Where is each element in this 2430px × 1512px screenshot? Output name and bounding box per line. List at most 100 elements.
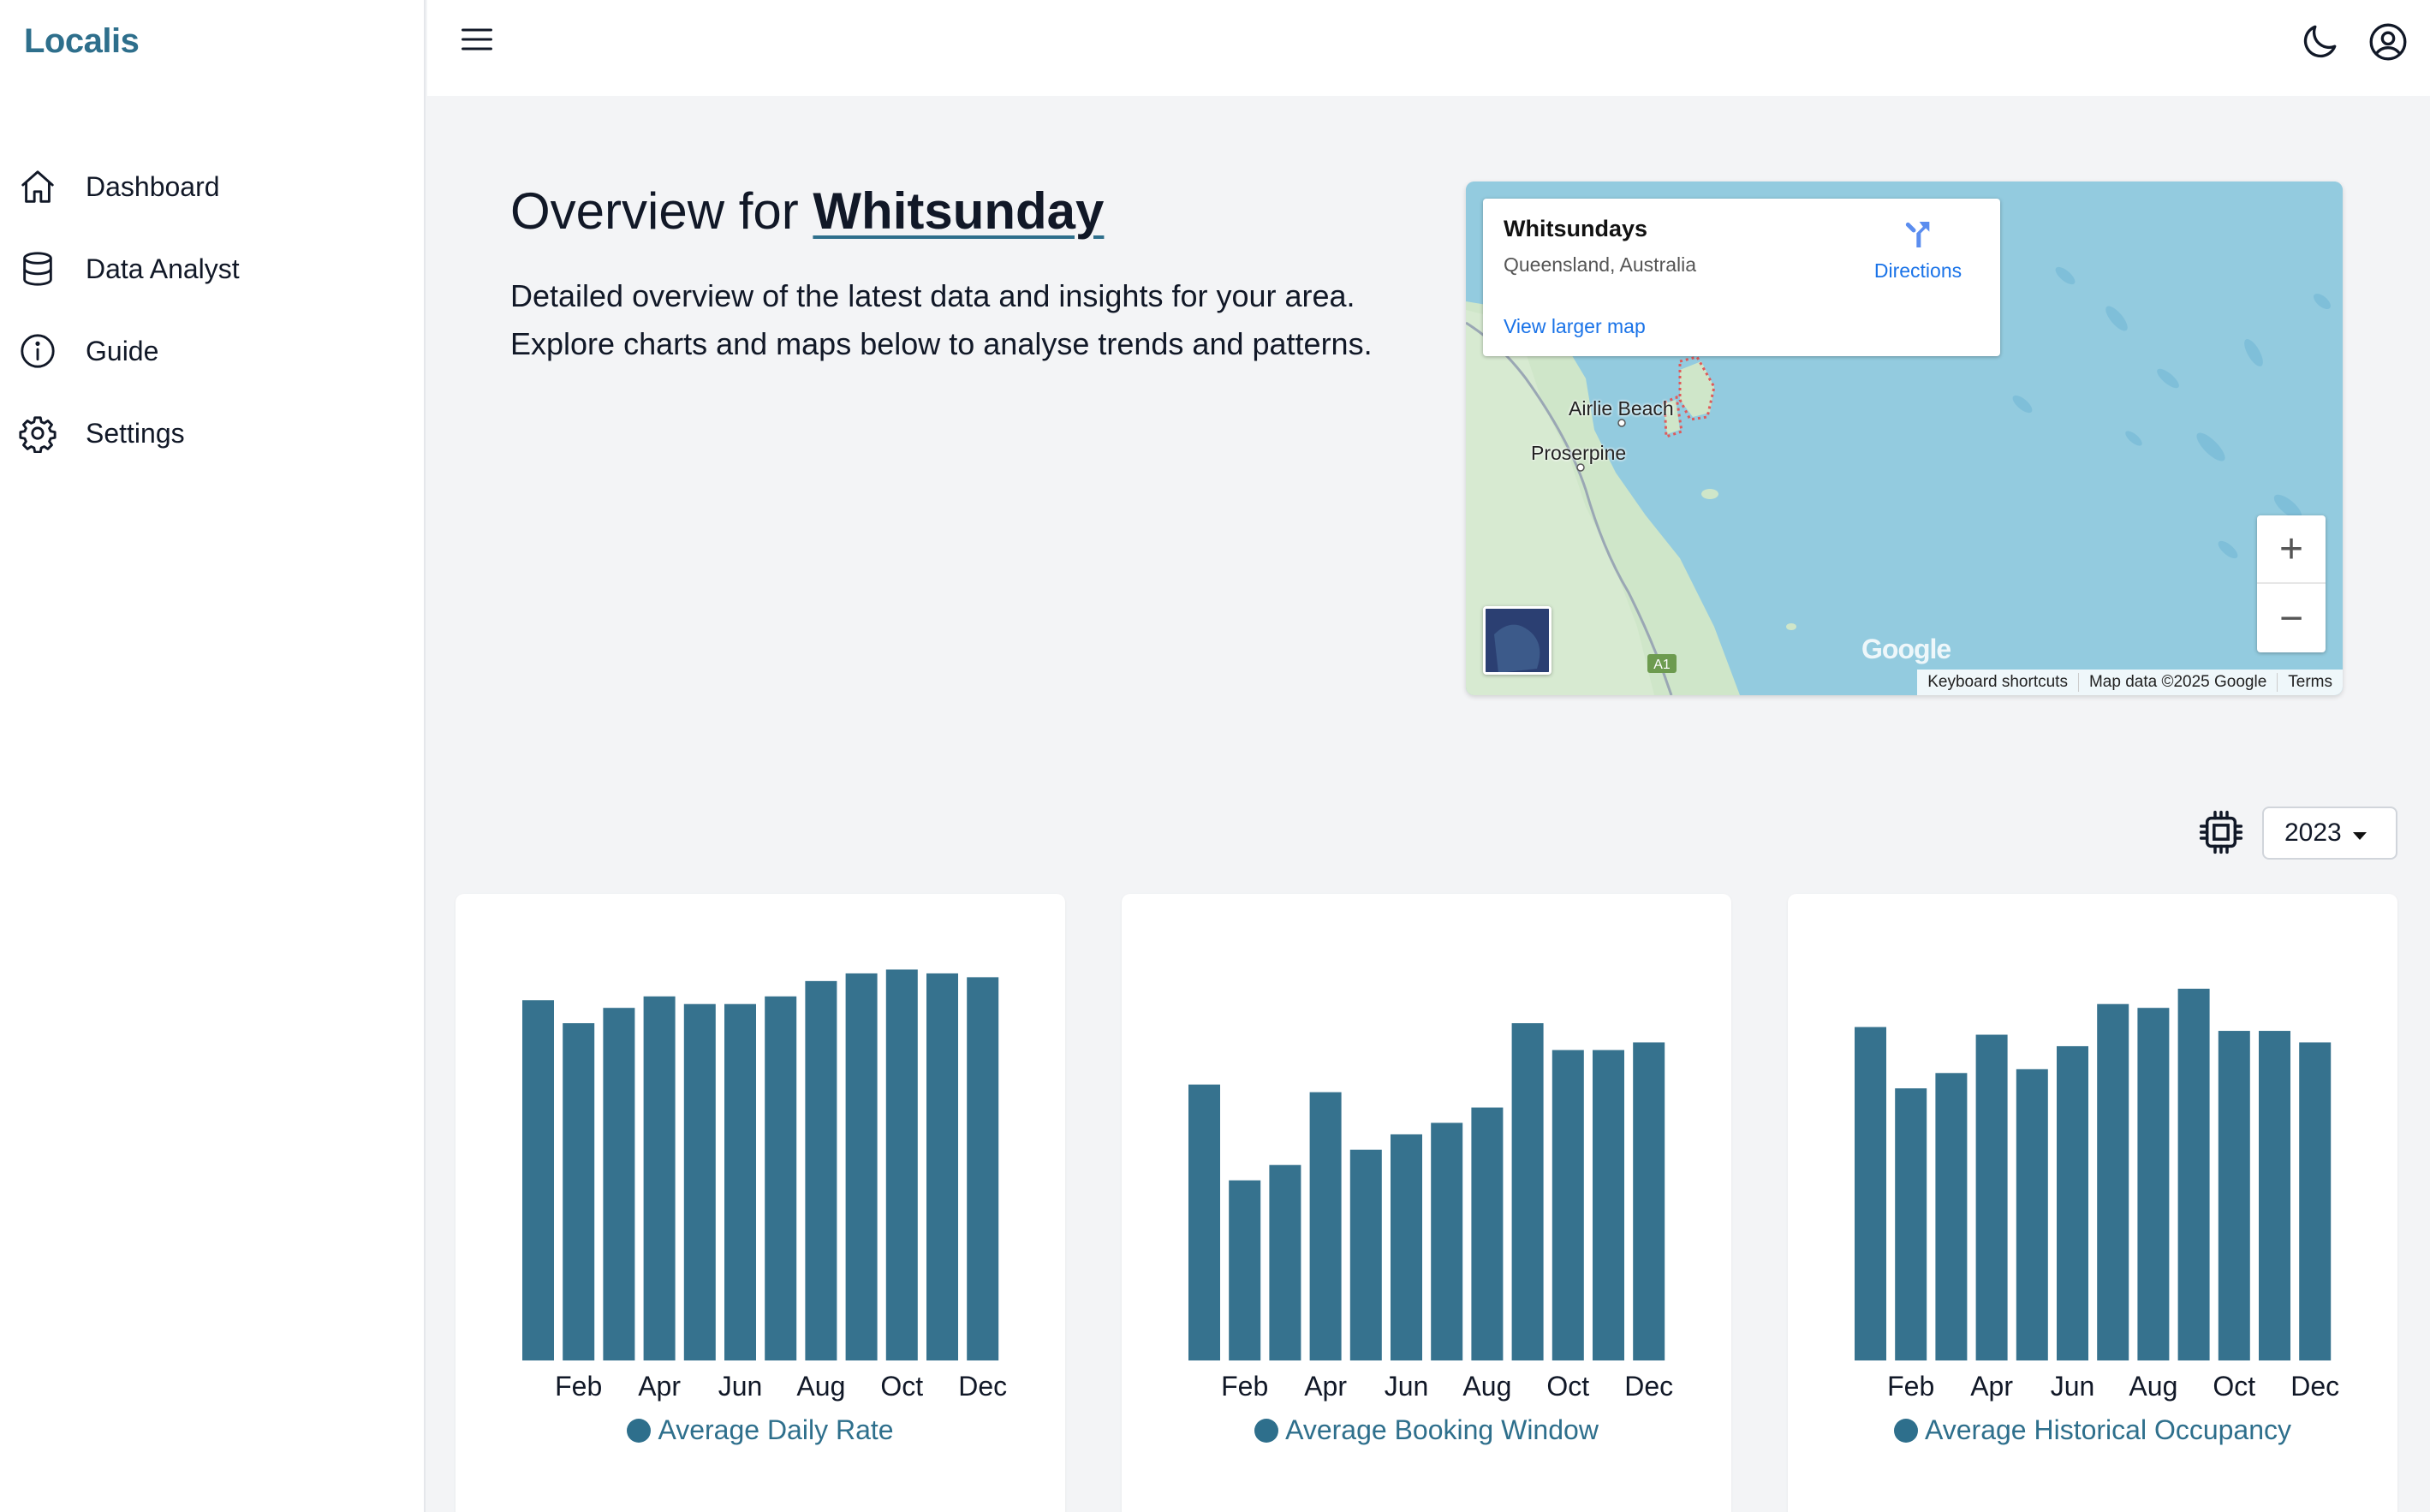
legend-dot (1893, 1419, 1918, 1443)
bar-feb[interactable] (1895, 1088, 1927, 1360)
zoom-out-button[interactable]: − (2257, 584, 2326, 652)
x-tick-label: Apr (1970, 1371, 2013, 1402)
bar-jul[interactable] (765, 996, 797, 1360)
app-logo[interactable]: Localis (24, 22, 140, 61)
chart-card-average-booking-window: Feb Apr Jun Aug Oct Dec Average Booking Windo… (1122, 894, 1731, 1512)
chip-icon[interactable] (2197, 808, 2245, 856)
topbar (427, 0, 2430, 96)
terms-link[interactable]: Terms (2277, 673, 2343, 692)
x-tick-label: Jun (718, 1371, 763, 1402)
bar-dec[interactable] (2299, 1042, 2332, 1360)
bar-dec[interactable] (967, 977, 999, 1360)
bar-feb[interactable] (563, 1023, 595, 1360)
user-icon[interactable] (2367, 21, 2409, 63)
map-label-airlie-beach: Airlie Beach (1569, 397, 1674, 420)
bar-may[interactable] (2016, 1069, 2048, 1360)
x-tick-label: Dec (2290, 1371, 2339, 1402)
bar-aug[interactable] (805, 980, 837, 1360)
x-tick-label: Dec (958, 1371, 1007, 1402)
bar-sep[interactable] (845, 973, 878, 1360)
legend-label: Average Historical Occupancy (1924, 1414, 2292, 1445)
sidebar-item-label: Settings (86, 417, 185, 449)
map-label-proserpine: Proserpine (1531, 442, 1627, 464)
bar-jan[interactable] (522, 1000, 554, 1360)
description-line: Detailed overview of the latest data and… (510, 278, 1355, 313)
bar-feb[interactable] (1229, 1180, 1261, 1360)
road-label: A1 (1653, 658, 1671, 672)
x-tick-label: Oct (2213, 1371, 2255, 1402)
page-title: Overview for Whitsunday (510, 182, 1104, 241)
zoom-in-button[interactable]: + (2257, 515, 2326, 584)
moon-icon[interactable] (2298, 21, 2341, 63)
chart-card-average-daily-rate: Feb Apr Jun Aug Oct Dec Average Daily Rate (456, 894, 1065, 1512)
place-name: Whitsunday (813, 182, 1105, 240)
gear-icon (17, 413, 58, 454)
map-place-card: Whitsundays Queensland, Australia View l… (1483, 199, 2000, 356)
directions-icon (1905, 222, 1930, 247)
bar-aug[interactable] (2137, 1008, 2170, 1360)
legend-label: Average Booking Window (1285, 1414, 1599, 1445)
sidebar-item-data-analyst[interactable]: Data Analyst (0, 228, 424, 310)
bar-chart: Feb Apr Jun Aug Oct Dec (1855, 988, 2339, 1402)
bar-nov[interactable] (1593, 1050, 1624, 1360)
view-larger-map-link[interactable]: View larger map (1504, 315, 1646, 338)
bar-chart: Feb Apr Jun Aug Oct Dec (522, 969, 1007, 1402)
bar-jun[interactable] (1391, 1134, 1422, 1360)
sidebar-item-guide[interactable]: Guide (0, 310, 424, 392)
x-tick-label: Apr (638, 1371, 681, 1402)
bar-jan[interactable] (1855, 1027, 1886, 1360)
satellite-thumbnail (1486, 609, 1549, 672)
bar-dec[interactable] (1633, 1042, 1665, 1360)
bar-nov[interactable] (926, 973, 958, 1360)
x-tick-label: Oct (1546, 1371, 1589, 1402)
sidebar-item-dashboard[interactable]: Dashboard (0, 146, 424, 228)
x-tick-label: Jun (1385, 1371, 1429, 1402)
menu-icon[interactable] (458, 21, 496, 58)
x-tick-label: Dec (1624, 1371, 1673, 1402)
bar-jan[interactable] (1188, 1084, 1220, 1360)
bar-oct[interactable] (885, 969, 918, 1360)
sidebar-item-label: Dashboard (86, 170, 220, 202)
directions-button[interactable]: Directions (1867, 217, 1969, 283)
info-icon (17, 330, 58, 372)
bar-apr[interactable] (1309, 1092, 1342, 1360)
bar-mar[interactable] (1935, 1073, 1968, 1360)
bar-sep[interactable] (1511, 1023, 1544, 1360)
year-select-value: 2023 (2284, 819, 2342, 847)
sidebar: Localis Dashboard Data Analyst Guide Set… (0, 0, 426, 1512)
map-zoom-controls: + − (2257, 515, 2326, 652)
satellite-toggle[interactable] (1483, 606, 1552, 675)
bar-may[interactable] (683, 1003, 716, 1360)
chart-legend[interactable]: Average Booking Window (1122, 1414, 1731, 1446)
bar-oct[interactable] (1552, 1050, 1584, 1360)
bar-mar[interactable] (1269, 1164, 1301, 1360)
bar-sep[interactable] (2177, 988, 2210, 1360)
sidebar-item-label: Guide (86, 335, 159, 366)
bar-jun[interactable] (724, 1003, 756, 1360)
bar-oct[interactable] (2218, 1031, 2250, 1360)
bar-chart: Feb Apr Jun Aug Oct Dec (1188, 1023, 1673, 1402)
legend-dot (627, 1419, 652, 1443)
x-tick-label: Apr (1304, 1371, 1347, 1402)
caret-down-icon (2353, 832, 2367, 840)
google-logo: Google (1861, 634, 1951, 664)
legend-label: Average Daily Rate (658, 1414, 894, 1445)
map-card-title: Whitsundays (1504, 216, 1648, 241)
bar-jul[interactable] (1431, 1122, 1463, 1360)
bar-jul[interactable] (2097, 1003, 2129, 1360)
chart-legend[interactable]: Average Historical Occupancy (1788, 1414, 2397, 1446)
bar-jun[interactable] (2057, 1045, 2088, 1360)
x-tick-label: Feb (555, 1371, 602, 1402)
x-tick-label: Aug (1462, 1371, 1511, 1402)
bar-may[interactable] (1349, 1149, 1382, 1360)
year-select[interactable]: 2023 (2262, 807, 2397, 860)
keyboard-shortcuts-link[interactable]: Keyboard shortcuts (1917, 673, 2078, 692)
map-embed[interactable]: A1 Airlie Beach Proserpine Whitsundays Q… (1466, 182, 2343, 695)
bar-nov[interactable] (2259, 1031, 2290, 1360)
bar-mar[interactable] (603, 1008, 635, 1360)
chart-legend[interactable]: Average Daily Rate (456, 1414, 1065, 1446)
bar-apr[interactable] (643, 996, 676, 1360)
bar-apr[interactable] (1975, 1034, 2008, 1360)
bar-aug[interactable] (1471, 1107, 1504, 1360)
sidebar-item-settings[interactable]: Settings (0, 392, 424, 474)
